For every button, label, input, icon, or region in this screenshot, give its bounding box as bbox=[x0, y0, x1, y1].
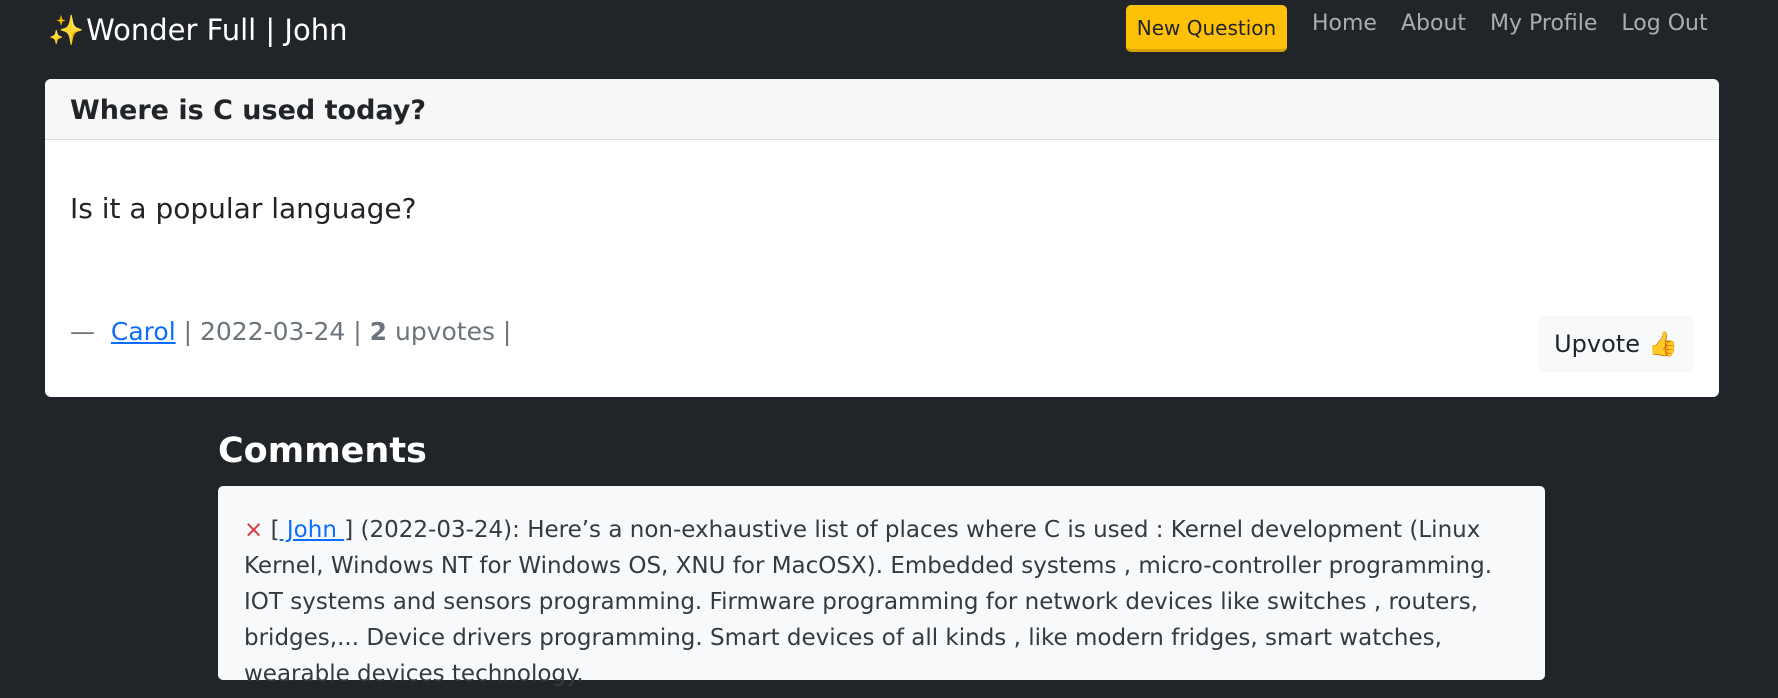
nav-link-log-out[interactable]: Log Out bbox=[1621, 8, 1707, 40]
upvote-button[interactable]: Upvote 👍 bbox=[1538, 316, 1694, 372]
thumbs-up-icon: 👍 bbox=[1647, 330, 1678, 358]
question-date: 2022-03-24 bbox=[199, 317, 346, 346]
comment-item: × [ John ] (2022-03-24): Here’s a non-ex… bbox=[218, 486, 1545, 687]
comment-date: (2022-03-24): bbox=[360, 517, 520, 543]
comment-text: × [ John ] (2022-03-24): Here’s a non-ex… bbox=[244, 517, 1493, 687]
comments-heading: Comments bbox=[218, 431, 427, 471]
nav-link-home[interactable]: Home bbox=[1312, 8, 1377, 40]
question-card-header: Where is C used today? bbox=[45, 79, 1719, 140]
meta-dash: — bbox=[70, 317, 95, 346]
brand-text: Wonder Full | John bbox=[86, 13, 348, 47]
new-question-button[interactable]: New Question bbox=[1126, 5, 1287, 52]
delete-comment-icon[interactable]: × bbox=[244, 517, 263, 543]
question-title: Where is C used today? bbox=[70, 94, 427, 126]
question-body: Is it a popular language? bbox=[70, 192, 417, 225]
nav-link-my-profile[interactable]: My Profile bbox=[1490, 8, 1597, 40]
question-card: Where is C used today? Is it a popular l… bbox=[45, 79, 1719, 397]
comment-author-link[interactable]: John bbox=[280, 517, 345, 543]
sparkles-icon: ✨ bbox=[48, 13, 85, 47]
nav-link-about[interactable]: About bbox=[1401, 8, 1466, 40]
question-author-link[interactable]: Carol bbox=[111, 317, 176, 346]
upvotes-label: upvotes bbox=[394, 317, 495, 346]
navbar: ✨Wonder Full | John New Question Home Ab… bbox=[0, 0, 1778, 62]
question-meta: — Carol | 2022-03-24 | 2 upvotes | bbox=[70, 317, 512, 346]
nav-links: Home About My Profile Log Out bbox=[1312, 8, 1732, 40]
brand[interactable]: ✨Wonder Full | John bbox=[48, 10, 347, 50]
upvote-button-label: Upvote bbox=[1554, 330, 1640, 358]
upvote-count: 2 bbox=[369, 317, 388, 346]
